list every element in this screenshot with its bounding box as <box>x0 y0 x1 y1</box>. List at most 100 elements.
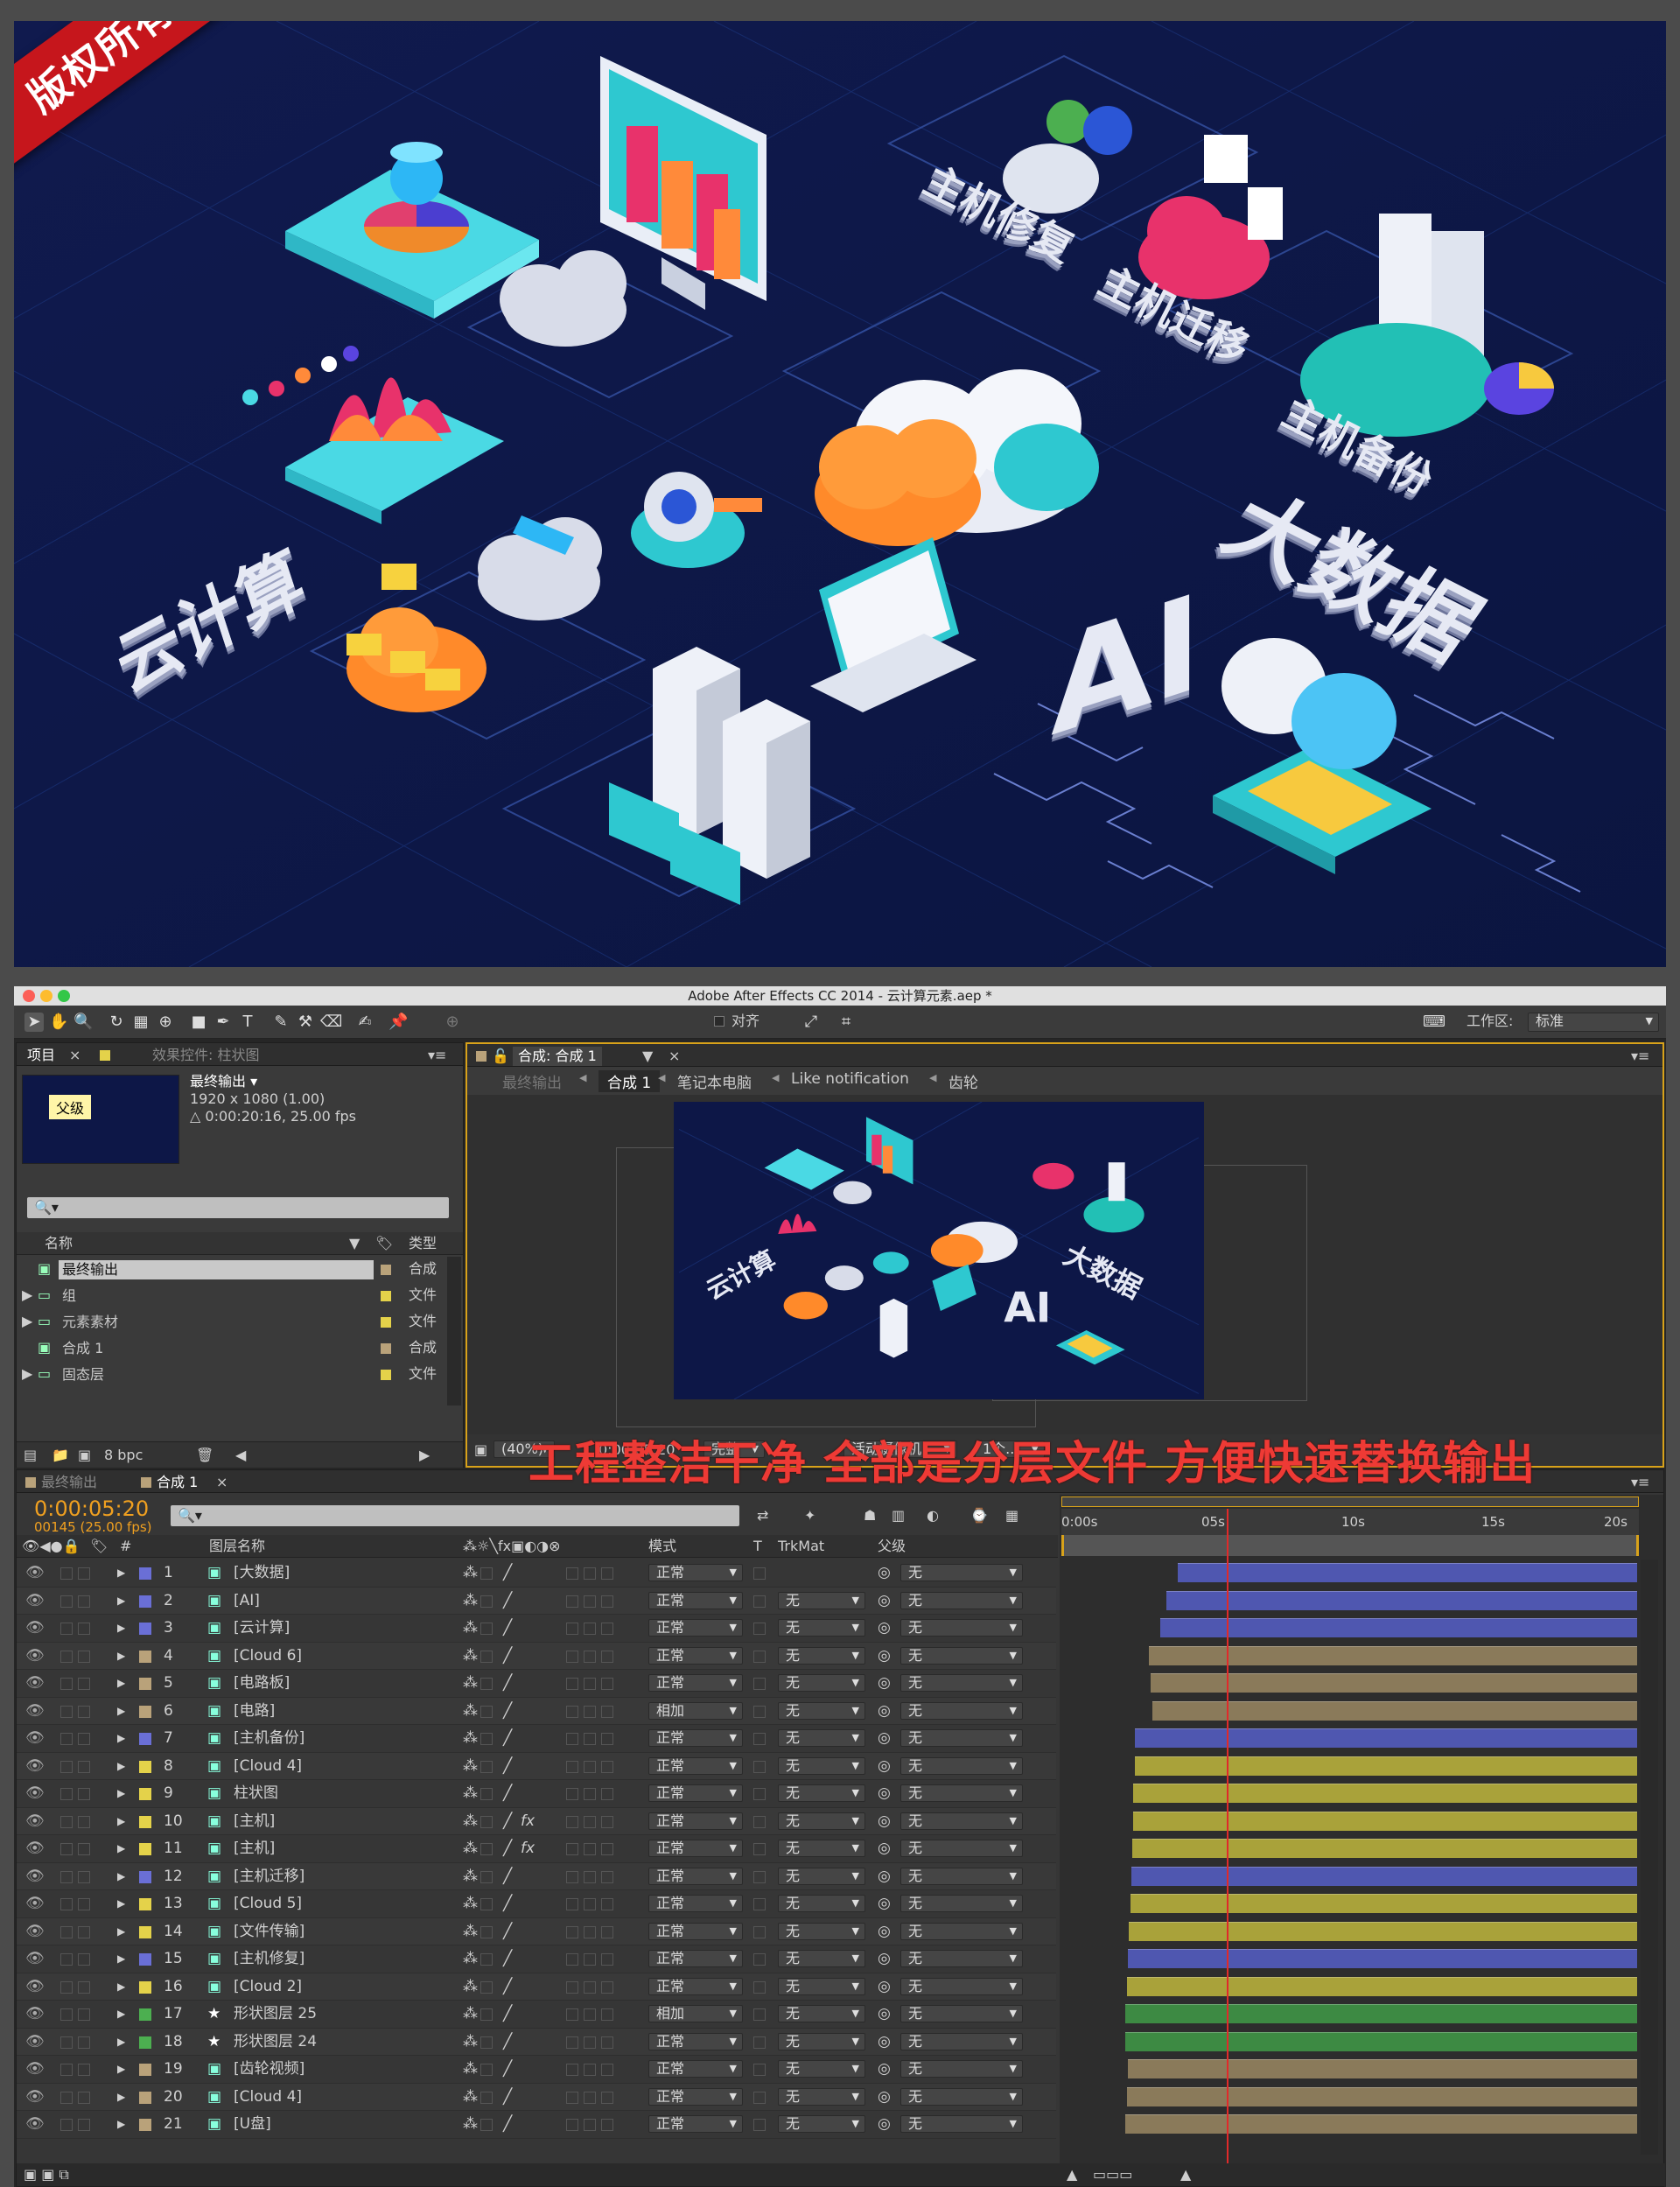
track-matte-select[interactable]: 无 <box>778 1729 865 1747</box>
lock-toggle[interactable] <box>78 1870 90 1883</box>
3d-switch[interactable] <box>601 2036 613 2049</box>
project-item-label-swatch[interactable] <box>381 1343 391 1354</box>
layer-duration-bar[interactable] <box>1127 2086 1637 2106</box>
header-layer-name[interactable]: 图层名称 <box>209 1538 265 1555</box>
eye-icon[interactable]: 👁 <box>25 1564 45 1581</box>
3d-switch[interactable] <box>601 1843 613 1855</box>
layer-row[interactable]: 👁 ▶ 21 ▣ [U盘] ⁂ ╱ 正常 无 ◎ 无 <box>17 2111 1056 2139</box>
layer-duration-bar[interactable] <box>1160 1618 1637 1637</box>
clone-stamp-tool-icon[interactable]: ⚒ <box>296 1013 315 1032</box>
motion-blur-switch[interactable] <box>566 1705 578 1718</box>
maximize-window-button[interactable] <box>58 990 70 1002</box>
expand-layer-icon[interactable]: ▶ <box>117 2088 125 2106</box>
shy-switch-icon[interactable]: ⁂ <box>463 1840 478 1857</box>
lock-toggle[interactable] <box>78 1953 90 1966</box>
pickwhip-icon[interactable]: ◎ <box>878 1729 891 1747</box>
pickwhip-icon[interactable]: ◎ <box>878 1784 891 1802</box>
expand-arrow-icon[interactable]: ▶ <box>22 1365 32 1383</box>
comp-dropdown-icon[interactable]: ▼ <box>642 1047 653 1066</box>
parent-select[interactable]: 无 <box>900 1619 1023 1637</box>
solo-toggle[interactable] <box>60 1733 73 1745</box>
navigator-bar[interactable] <box>1061 1535 1639 1556</box>
track-matte-select[interactable]: 无 <box>778 2032 865 2050</box>
layer-duration-bar[interactable] <box>1131 1866 1637 1886</box>
expand-layer-icon[interactable]: ▶ <box>117 1784 125 1802</box>
col-name-header[interactable]: 名称 <box>45 1235 73 1252</box>
layer-row[interactable]: 👁 ▶ 11 ▣ [主机] ⁂ ╱ fx 正常 无 ◎ 无 <box>17 1835 1056 1863</box>
project-item[interactable]: ▶ ▭ 组 文件 <box>18 1283 447 1309</box>
layer-row[interactable]: 👁 ▶ 20 ▣ [Cloud 4] ⁂ ╱ 正常 无 ◎ 无 <box>17 2083 1056 2111</box>
layer-label-swatch[interactable] <box>139 1898 151 1910</box>
parent-select[interactable]: 无 <box>900 1591 1023 1609</box>
layer-duration-bar[interactable] <box>1133 1811 1637 1831</box>
eraser-tool-icon[interactable]: ⌫ <box>320 1013 342 1032</box>
pickwhip-icon[interactable]: ◎ <box>878 2005 891 2022</box>
shy-switch-icon[interactable]: ⁂ <box>463 1757 478 1775</box>
lock-icon[interactable]: 🔓 <box>492 1047 509 1066</box>
quality-switch-icon[interactable]: ╱ <box>503 1757 512 1775</box>
shy-switch-icon[interactable]: ⁂ <box>463 1592 478 1609</box>
quality-switch-icon[interactable]: ╱ <box>503 1840 512 1857</box>
layer-row[interactable]: 👁 ▶ 18 ★ 形状图层 24 ⁂ ╱ 正常 无 ◎ 无 <box>17 2028 1056 2056</box>
preserve-transparency-toggle[interactable] <box>753 1650 766 1663</box>
track-matte-select[interactable]: 无 <box>778 1591 865 1609</box>
track-matte-select[interactable]: 无 <box>778 1840 865 1857</box>
pickwhip-icon[interactable]: ◎ <box>878 1950 891 1967</box>
eye-icon[interactable]: 👁 <box>25 1619 45 1637</box>
eye-icon[interactable]: 👁 <box>25 2060 45 2078</box>
layer-duration-bar[interactable] <box>1128 1949 1637 1968</box>
preserve-transparency-toggle[interactable] <box>753 1953 766 1966</box>
motion-blur-switch[interactable] <box>566 1567 578 1580</box>
3d-switch[interactable] <box>601 1788 613 1800</box>
motion-blur-switch[interactable] <box>566 2119 578 2131</box>
lock-toggle[interactable] <box>78 2119 90 2131</box>
col-type-header[interactable]: 类型 <box>409 1235 437 1252</box>
solo-toggle[interactable] <box>60 1815 73 1828</box>
3d-switch[interactable] <box>601 1760 613 1773</box>
lock-toggle[interactable] <box>78 1760 90 1773</box>
layer-name[interactable]: 形状图层 24 <box>234 2033 317 2050</box>
shy-switch-icon[interactable]: ⁂ <box>463 2005 478 2022</box>
adjustment-switch[interactable] <box>584 1815 596 1828</box>
selection-tool-icon[interactable]: ➤ <box>24 1013 44 1032</box>
eye-icon[interactable]: 👁 <box>25 2115 45 2133</box>
solo-toggle[interactable] <box>60 1953 73 1966</box>
comp-viewer[interactable]: 云计算 大数据 AI <box>467 1095 1662 1434</box>
expand-layer-icon[interactable]: ▶ <box>117 1619 125 1637</box>
project-item-label-swatch[interactable] <box>381 1370 391 1380</box>
close-comp-tab-icon[interactable]: × <box>668 1047 680 1066</box>
project-item[interactable]: ▶ ▭ 元素素材 文件 <box>18 1309 447 1335</box>
layer-row[interactable]: 👁 ▶ 14 ▣ [文件传输] ⁂ ╱ 正常 无 ◎ 无 <box>17 1917 1056 1945</box>
pickwhip-icon[interactable]: ◎ <box>878 2088 891 2106</box>
layer-label-swatch[interactable] <box>139 1650 151 1663</box>
motion-blur-switch[interactable] <box>566 2064 578 2076</box>
layer-name[interactable]: [主机修复] <box>234 1950 304 1967</box>
snap-options-icon[interactable]: ⤢ <box>802 1013 821 1032</box>
project-item-label-swatch[interactable] <box>381 1317 391 1328</box>
track-matte-select[interactable]: 无 <box>778 1619 865 1637</box>
quality-switch-icon[interactable]: ╱ <box>503 2060 512 2078</box>
lock-toggle[interactable] <box>78 1843 90 1855</box>
quality-switch-icon[interactable]: ╱ <box>503 1868 512 1885</box>
eye-icon[interactable]: 👁 <box>25 1702 45 1720</box>
expand-arrow-icon[interactable]: ▶ <box>22 1286 32 1304</box>
layer-row[interactable]: 👁 ▶ 17 ★ 形状图层 25 ⁂ ╱ 相加 无 ◎ 无 <box>17 2001 1056 2029</box>
quality-switch-icon[interactable]: ╱ <box>503 2088 512 2106</box>
3d-switch[interactable] <box>601 1595 613 1608</box>
pan-behind-tool-icon[interactable]: ⊕ <box>156 1013 175 1032</box>
3d-switch[interactable] <box>601 1678 613 1690</box>
quality-switch-icon[interactable]: ╱ <box>503 1564 512 1581</box>
expand-layer-icon[interactable]: ▶ <box>117 1840 125 1857</box>
blend-mode-select[interactable]: 正常 <box>648 1867 743 1885</box>
layer-name[interactable]: 柱状图 <box>234 1784 278 1802</box>
workspace-select[interactable]: 标准 <box>1528 1013 1659 1032</box>
pickwhip-icon[interactable]: ◎ <box>878 1702 891 1720</box>
comp-name[interactable]: 最终输出 ▾ <box>190 1073 257 1090</box>
expand-arrow-icon[interactable]: ▶ <box>22 1313 32 1330</box>
motion-blur-switch[interactable] <box>566 1898 578 1910</box>
blend-mode-select[interactable]: 正常 <box>648 1950 743 1967</box>
layer-duration-bar[interactable] <box>1135 1756 1637 1776</box>
collapse-switch[interactable] <box>480 1705 493 1718</box>
solo-toggle[interactable] <box>60 2064 73 2076</box>
preserve-transparency-toggle[interactable] <box>753 1595 766 1608</box>
